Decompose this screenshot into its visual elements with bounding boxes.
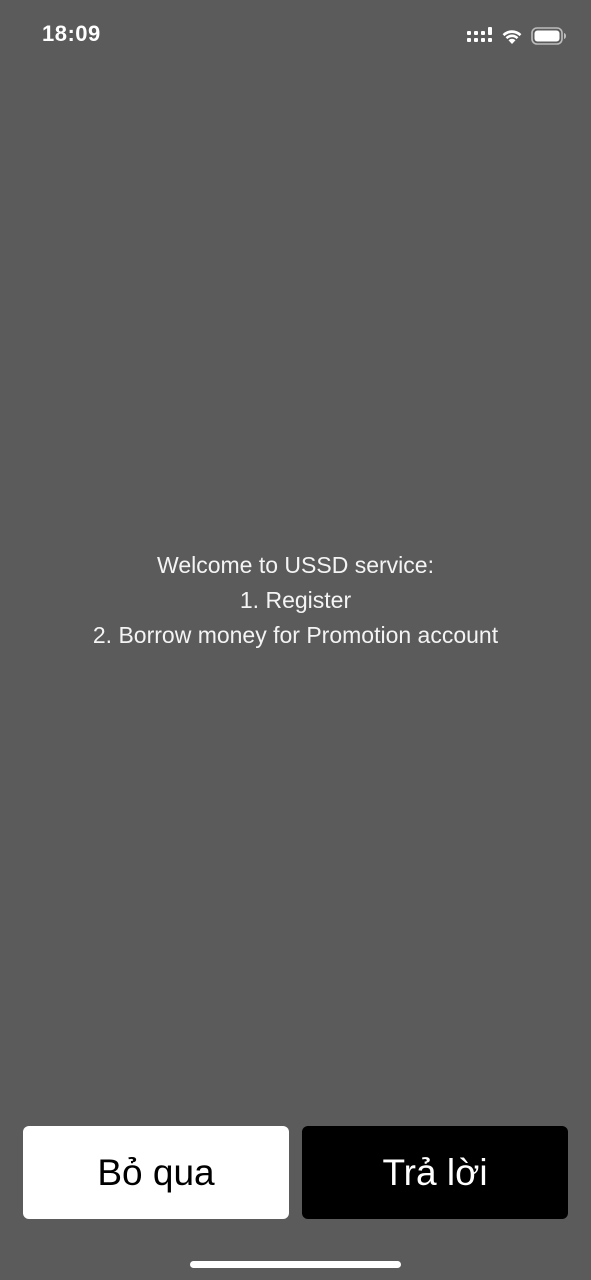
ussd-message: Welcome to USSD service: 1. Register 2. …: [0, 548, 591, 653]
status-time: 18:09: [42, 21, 101, 46]
ussd-message-line: 2. Borrow money for Promotion account: [92, 622, 499, 648]
home-indicator[interactable]: [190, 1261, 401, 1268]
ussd-message-line: Welcome to USSD service:: [157, 552, 434, 578]
status-bar: 18:09: [0, 0, 591, 72]
dismiss-button[interactable]: Bỏ qua: [23, 1126, 289, 1219]
reply-button[interactable]: Trả lời: [302, 1126, 568, 1219]
battery-icon: [531, 27, 567, 45]
wifi-icon: [501, 27, 523, 45]
ussd-message-line: 1. Register: [239, 587, 352, 613]
status-icons: [467, 24, 567, 48]
cellular-signal-icon: [467, 27, 493, 45]
